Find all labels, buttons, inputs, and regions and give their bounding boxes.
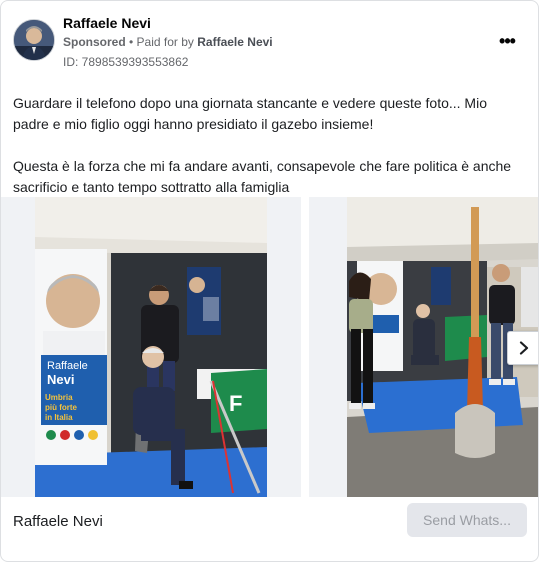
more-options-icon[interactable]: ••• bbox=[495, 31, 519, 51]
paid-for-name[interactable]: Raffaele Nevi bbox=[197, 35, 272, 49]
post-paragraph: Guardare il telefono dopo una giornata s… bbox=[13, 95, 487, 132]
poster-name-line2: Nevi bbox=[47, 372, 74, 387]
carousel-image-2[interactable] bbox=[309, 197, 538, 497]
paid-for-prefix: • Paid for by bbox=[125, 35, 198, 49]
image-carousel: Raffaele Nevi Umbria più forte in Italia bbox=[1, 197, 538, 497]
gazebo-photo-1: Raffaele Nevi Umbria più forte in Italia bbox=[1, 197, 301, 497]
avatar[interactable] bbox=[13, 19, 55, 61]
chevron-right-icon bbox=[519, 341, 529, 355]
svg-text:F: F bbox=[229, 391, 242, 416]
poster-name-line1: Raffaele bbox=[47, 360, 88, 372]
poster-slogan-1: Umbria bbox=[45, 393, 73, 402]
page-name[interactable]: Raffaele Nevi bbox=[63, 15, 151, 31]
footer-page-name: Raffaele Nevi bbox=[13, 513, 103, 530]
post-paragraph: Questa è la forza che mi fa andare avant… bbox=[13, 158, 512, 195]
sponsored-meta: Sponsored • Paid for by Raffaele Nevi bbox=[63, 35, 273, 49]
poster-slogan-2: più forte bbox=[45, 403, 78, 412]
ad-id: ID: 7898539393553862 bbox=[63, 55, 189, 69]
avatar-photo bbox=[14, 20, 54, 60]
carousel-image-1[interactable]: Raffaele Nevi Umbria più forte in Italia bbox=[1, 197, 301, 497]
ad-card: Raffaele Nevi Sponsored • Paid for by Ra… bbox=[0, 0, 539, 562]
sponsored-label: Sponsored bbox=[63, 35, 126, 49]
carousel-next-button[interactable] bbox=[507, 331, 538, 365]
post-text: Guardare il telefono dopo una giornata s… bbox=[13, 93, 518, 198]
send-whatsapp-button[interactable]: Send Whats... bbox=[407, 503, 527, 537]
poster-slogan-3: in Italia bbox=[45, 413, 73, 422]
gazebo-photo-2 bbox=[309, 197, 538, 497]
